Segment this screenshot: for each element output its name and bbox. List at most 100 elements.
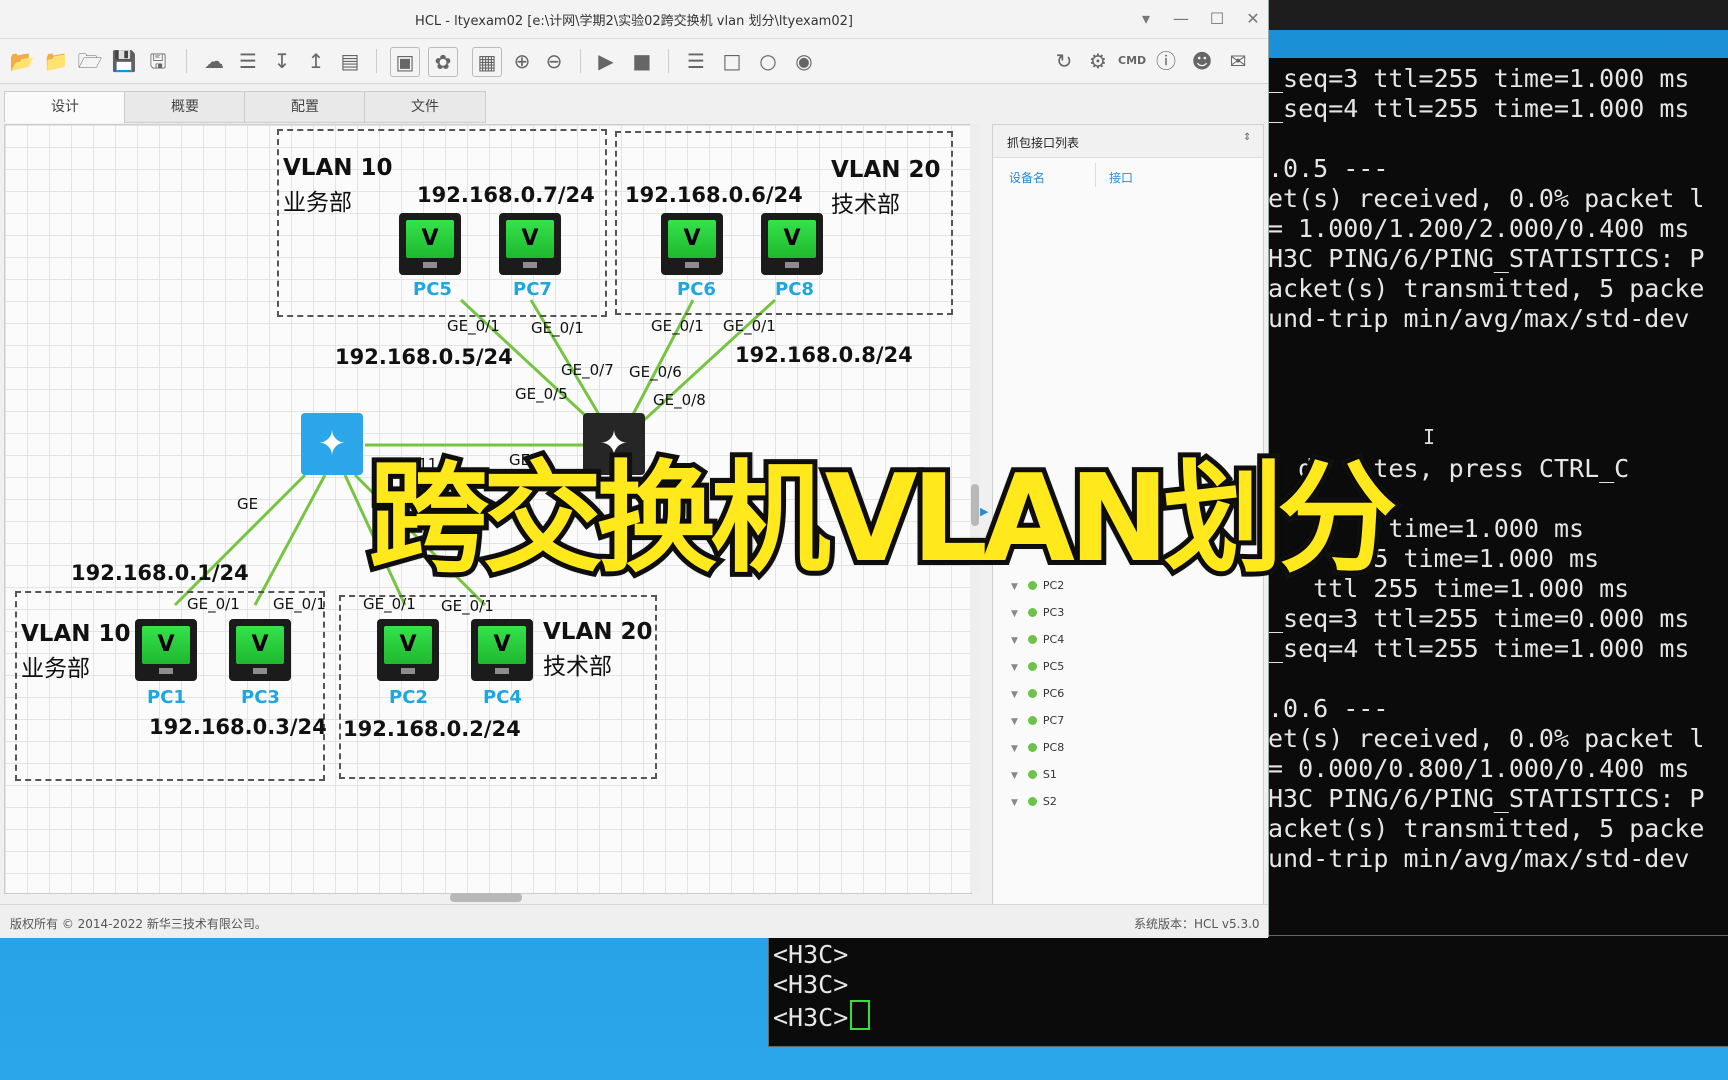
pc-label: PC3 xyxy=(241,687,280,708)
device-name: PC4 xyxy=(1042,633,1065,646)
ip-label: 192.168.0.1/24 xyxy=(71,561,249,585)
device-item[interactable]: ▼ S1 xyxy=(1011,768,1057,781)
terminal-line: = 1.000/1.200/2.000/0.400 ms xyxy=(1268,214,1690,243)
terminal-prompt-line: <H3C> xyxy=(773,970,849,999)
background-window-strip xyxy=(1268,0,1728,30)
help-icon[interactable]: ⓘ xyxy=(1152,47,1180,75)
terminal-line: acket(s) transmitted, 5 packe xyxy=(1268,274,1705,303)
maximize-button[interactable]: ☐ xyxy=(1204,6,1230,32)
tab-files[interactable]: 文件 xyxy=(364,91,486,123)
cmd-icon[interactable]: CMD xyxy=(1118,47,1146,75)
device-item[interactable]: ▼ S2 xyxy=(1011,795,1057,808)
add-list-icon[interactable]: ☰ xyxy=(682,47,710,75)
device-item[interactable]: ▼ PC7 xyxy=(1011,714,1064,727)
tab-design[interactable]: 设计 xyxy=(4,91,126,123)
tab-config[interactable]: 配置 xyxy=(244,91,366,123)
terminal-line: et(s) received, 0.0% packet l xyxy=(1268,184,1705,213)
device-name: S1 xyxy=(1042,768,1057,781)
expand-arrow-icon: ▼ xyxy=(1011,636,1018,646)
capture-icon[interactable]: ▣ xyxy=(390,47,420,77)
version-text: 系统版本：HCL v5.3.0 xyxy=(1134,917,1260,931)
port-label: GE_0/8 xyxy=(653,391,706,409)
pc-icon[interactable]: V xyxy=(499,213,561,275)
pc-icon[interactable]: V xyxy=(399,213,461,275)
cloud-icon[interactable]: ☁ xyxy=(200,47,228,75)
layers-icon[interactable]: ☰ xyxy=(234,47,262,75)
device-name: PC8 xyxy=(1042,741,1065,754)
device-name: PC7 xyxy=(1042,714,1065,727)
terminal-prompt-area[interactable]: <H3C> <H3C> <H3C> xyxy=(768,935,1728,1047)
column-interface[interactable]: 接口 xyxy=(1109,169,1133,186)
pc-screen: V xyxy=(768,220,816,258)
pc-stand xyxy=(785,262,799,268)
status-dot-icon xyxy=(1027,770,1037,779)
settings-icon[interactable]: ⚙ xyxy=(1084,47,1112,75)
pc-stand xyxy=(523,262,537,268)
pc-label: PC6 xyxy=(677,279,716,300)
terminal-line: und-trip min/avg/max/std-dev xyxy=(1268,304,1690,333)
vlan-label: VLAN 10 xyxy=(21,621,131,647)
grid-icon[interactable]: ▦ xyxy=(472,47,502,77)
device-item[interactable]: ▼ PC3 xyxy=(1011,606,1064,619)
terminal-line: acket(s) transmitted, 5 packe xyxy=(1268,814,1705,843)
wechat-icon[interactable]: ☻ xyxy=(1188,47,1216,75)
terminal-line: = 0.000/0.800/1.000/0.400 ms xyxy=(1268,754,1690,783)
pc-icon[interactable]: V xyxy=(471,619,533,681)
camera-icon[interactable]: ◉ xyxy=(790,47,818,75)
open-project-icon[interactable]: 📂 xyxy=(8,47,36,75)
department-label: 技术部 xyxy=(831,192,900,218)
pc-stand xyxy=(423,262,437,268)
device-item[interactable]: ▼ PC8 xyxy=(1011,741,1064,754)
menu-dropdown-button[interactable]: ▾ xyxy=(1133,6,1159,32)
pc-icon[interactable]: V xyxy=(229,619,291,681)
terminal-line: _seq=4 ttl=255 time=1.000 ms xyxy=(1268,634,1690,663)
canvas-horizontal-scroll-thumb[interactable] xyxy=(450,893,522,902)
tab-summary[interactable]: 概要 xyxy=(124,91,246,123)
refresh-icon[interactable]: ↻ xyxy=(1050,47,1078,75)
terminal-line: et(s) received, 0.0% packet l xyxy=(1268,724,1705,753)
device-item[interactable]: ▼ PC4 xyxy=(1011,633,1064,646)
device-item[interactable]: ▼ PC6 xyxy=(1011,687,1064,700)
port-label: GE_0/1 xyxy=(723,317,776,335)
add-shape-icon[interactable]: □ xyxy=(718,47,746,75)
device-item[interactable]: ▼ PC5 xyxy=(1011,660,1064,673)
export-icon[interactable]: ↥ xyxy=(302,47,330,75)
tab-bar: 设计 概要 配置 文件 xyxy=(4,91,486,123)
open-folder-icon[interactable]: 📁 xyxy=(42,47,70,75)
save-as-icon[interactable]: 🖫 xyxy=(144,47,172,75)
expand-arrow-icon: ▼ xyxy=(1011,744,1018,754)
zoom-in-icon[interactable]: ⊕ xyxy=(508,47,536,75)
pc-label: PC5 xyxy=(413,279,452,300)
column-device-name[interactable]: 设备名 xyxy=(1009,169,1045,186)
device-name: PC3 xyxy=(1042,606,1065,619)
import-icon[interactable]: ↧ xyxy=(268,47,296,75)
zoom-out-icon[interactable]: ⊖ xyxy=(540,47,568,75)
topology-icon[interactable]: ✿ xyxy=(428,47,458,77)
status-dot-icon xyxy=(1027,608,1037,617)
pc-icon[interactable]: V xyxy=(661,213,723,275)
collapse-panel-icon[interactable]: ⇕ xyxy=(1243,132,1251,143)
pc-icon[interactable]: V xyxy=(761,213,823,275)
expand-arrow-icon: ▼ xyxy=(1011,717,1018,727)
feedback-icon[interactable]: ✉ xyxy=(1224,47,1252,75)
close-button[interactable]: ✕ xyxy=(1240,6,1266,32)
pc-screen: V xyxy=(506,220,554,258)
department-label: 技术部 xyxy=(543,654,612,680)
terminal-prompt-line: <H3C> xyxy=(773,940,849,969)
video-caption: 跨交换机VLAN划分 xyxy=(364,445,1403,594)
folder-icon[interactable]: 🗁 xyxy=(76,47,104,75)
stop-icon[interactable]: ■ xyxy=(628,47,656,75)
pc-screen: V xyxy=(384,626,432,664)
toolbar-divider xyxy=(376,49,377,73)
vlan-label: VLAN 20 xyxy=(831,157,941,183)
pc-label: PC1 xyxy=(147,687,186,708)
minimize-button[interactable]: — xyxy=(1168,6,1194,32)
start-icon[interactable]: ▶ xyxy=(592,47,620,75)
pc-icon[interactable]: V xyxy=(377,619,439,681)
save-icon[interactable]: 💾 xyxy=(110,47,138,75)
add-rect-icon[interactable]: ○ xyxy=(754,47,782,75)
terminal-line: _seq=3 ttl=255 time=1.000 ms xyxy=(1268,64,1690,93)
department-label: 业务部 xyxy=(21,656,90,682)
report-icon[interactable]: ▤ xyxy=(336,47,364,75)
pc-icon[interactable]: V xyxy=(135,619,197,681)
